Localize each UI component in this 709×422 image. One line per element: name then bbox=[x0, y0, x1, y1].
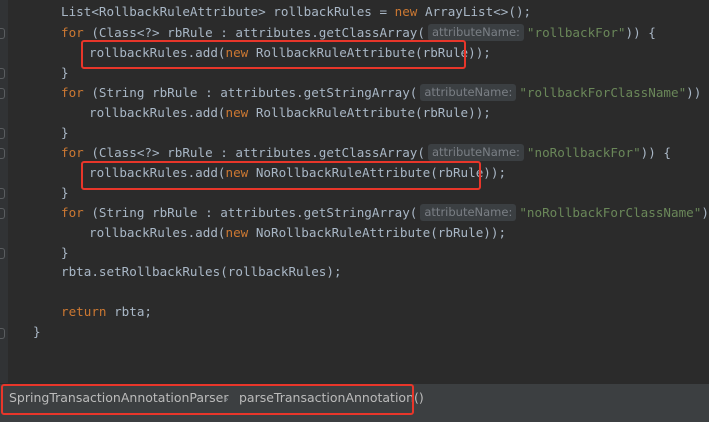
code-keyword: for bbox=[61, 205, 84, 220]
code-line: } bbox=[61, 65, 69, 80]
fold-marker-icon[interactable] bbox=[0, 208, 5, 219]
code-text: (String rbRule : attributes.getStringArr… bbox=[83, 205, 418, 220]
parameter-hint: attributeName: bbox=[420, 204, 517, 221]
code-line: } bbox=[61, 125, 69, 140]
code-string: "noRollbackFor" bbox=[526, 145, 641, 160]
code-string: "rollbackFor" bbox=[526, 25, 626, 40]
code-text: )) { bbox=[640, 145, 671, 160]
fold-marker-icon[interactable] bbox=[0, 88, 5, 99]
parameter-hint: attributeName: bbox=[427, 144, 524, 161]
code-line: rollbackRules.add(new RollbackRuleAttrib… bbox=[89, 103, 491, 123]
fold-marker-icon[interactable] bbox=[0, 128, 5, 139]
code-line: } bbox=[61, 185, 69, 200]
code-keyword: new bbox=[225, 225, 249, 240]
code-line: rollbackRules.add(new NoRollbackRuleAttr… bbox=[89, 223, 506, 243]
code-text: rollbackRules.add( bbox=[89, 225, 226, 240]
code-string: "rollbackForClassName" bbox=[519, 85, 687, 100]
code-text: rollbackRules.add( bbox=[89, 105, 226, 120]
highlight-box-rollback-rule bbox=[81, 40, 466, 69]
code-text: )) { bbox=[701, 205, 709, 220]
code-editor[interactable]: List<RollbackRuleAttribute> rollbackRule… bbox=[0, 0, 709, 383]
code-line: for (Class<?> rbRule : attributes.getCla… bbox=[61, 143, 671, 163]
code-text: (Class<?> rbRule : attributes.getClassAr… bbox=[83, 25, 425, 40]
code-line: } bbox=[61, 245, 69, 260]
fold-marker-icon[interactable] bbox=[0, 148, 5, 159]
fold-marker-icon[interactable] bbox=[0, 28, 5, 39]
code-keyword: new bbox=[225, 105, 249, 120]
parameter-hint: attributeName: bbox=[420, 84, 517, 101]
code-keyword: return bbox=[61, 304, 107, 319]
code-line: return rbta; bbox=[61, 302, 152, 322]
code-line: rbta.setRollbackRules(rollbackRules); bbox=[61, 264, 342, 279]
code-text: NoRollbackRuleAttribute(rbRule)); bbox=[248, 225, 507, 240]
fold-marker-icon[interactable] bbox=[0, 248, 5, 259]
parameter-hint: attributeName: bbox=[427, 24, 524, 41]
code-text: (Class<?> rbRule : attributes.getClassAr… bbox=[83, 145, 425, 160]
fold-marker-icon[interactable] bbox=[0, 68, 5, 79]
code-line: for (String rbRule : attributes.getStrin… bbox=[61, 83, 709, 103]
code-string: "noRollbackForClassName" bbox=[519, 205, 702, 220]
code-line: for (String rbRule : attributes.getStrin… bbox=[61, 203, 709, 223]
code-keyword: for bbox=[61, 145, 84, 160]
code-text: ArrayList<>(); bbox=[417, 4, 532, 19]
code-keyword: for bbox=[61, 85, 84, 100]
code-text: RollbackRuleAttribute(rbRule)); bbox=[248, 105, 491, 120]
breadcrumb-bar: SpringTransactionAnnotationParser › pars… bbox=[0, 383, 709, 422]
code-text: (String rbRule : attributes.getStringArr… bbox=[83, 85, 418, 100]
code-keyword: new bbox=[394, 4, 418, 19]
code-text: )) { bbox=[686, 85, 709, 100]
fold-marker-icon[interactable] bbox=[0, 188, 5, 199]
code-keyword: for bbox=[61, 25, 84, 40]
code-line: } bbox=[33, 324, 41, 339]
editor-gutter bbox=[0, 0, 8, 383]
highlight-box-no-rollback-rule bbox=[81, 161, 481, 190]
code-text: List<RollbackRuleAttribute> rollbackRule… bbox=[61, 4, 395, 19]
code-text: )) { bbox=[625, 25, 656, 40]
fold-marker-icon[interactable] bbox=[0, 328, 5, 339]
code-text: rbta; bbox=[106, 304, 152, 319]
highlight-box-breadcrumb bbox=[1, 384, 414, 415]
code-line: List<RollbackRuleAttribute> rollbackRule… bbox=[61, 2, 531, 22]
